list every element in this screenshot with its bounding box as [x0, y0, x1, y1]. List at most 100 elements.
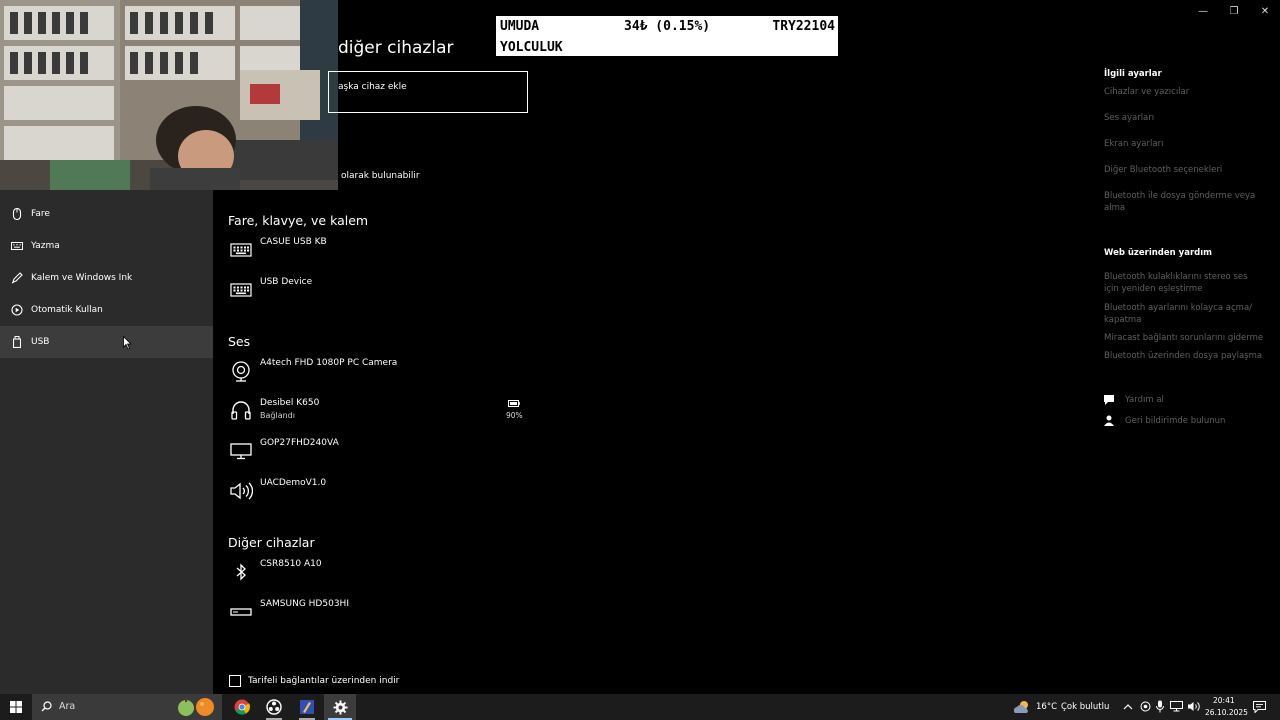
search-icon	[41, 701, 52, 712]
ticker-name-line2: YOLCULUK	[500, 40, 563, 55]
device-name: Desibel K650	[260, 398, 320, 408]
stock-ticker: UMUDA YOLCULUK 34₺ (0.15%) TRY22104	[496, 16, 838, 56]
related-settings-title: İlgili ayarlar	[1104, 69, 1162, 79]
section-title-input: Fare, klavye, ve kalem	[228, 213, 369, 228]
sidebar-item-autoplay[interactable]: Otomatik Kullan	[0, 294, 213, 326]
device-name: GOP27FHD240VA	[260, 438, 339, 448]
sidebar-item-label: Fare	[31, 209, 50, 219]
device-item[interactable]: USB Device	[228, 277, 528, 313]
microphone-icon[interactable]	[1156, 700, 1164, 713]
device-name: A4tech FHD 1080P PC Camera	[260, 358, 398, 368]
webcam-tray-icon[interactable]	[1140, 701, 1151, 712]
chrome-icon	[234, 699, 250, 715]
device-item[interactable]: GOP27FHD240VA	[228, 438, 528, 474]
device-name: CSR8510 A10	[260, 559, 322, 569]
device-item[interactable]: CSR8510 A10	[228, 559, 528, 595]
search-highlight-icon	[178, 698, 214, 716]
weather-desc: Çok bulutlu	[1061, 702, 1110, 712]
clock-time[interactable]: 20:41	[1213, 696, 1235, 705]
monitor-icon	[228, 438, 254, 464]
device-name: USB Device	[260, 277, 313, 287]
web-help-link[interactable]: Miracast bağlantı sorunlarını giderme	[1104, 332, 1264, 344]
related-link-bluetooth-file-transfer[interactable]: Bluetooth ile dosya gönderme veya alma	[1104, 190, 1264, 214]
notifications-icon[interactable]	[1253, 701, 1266, 713]
settings-sidebar: Fare Yazma Kalem ve Windows Ink Otomatik…	[0, 190, 213, 694]
get-help-label: Yardım al	[1125, 395, 1164, 405]
search-placeholder: Ara	[59, 701, 76, 712]
ticker-name-line1: UMUDA	[500, 19, 540, 34]
webcam-overlay	[0, 0, 338, 190]
start-button[interactable]	[0, 694, 32, 720]
taskbar-search-box[interactable]: Ara	[32, 694, 222, 720]
keyboard-icon	[228, 277, 254, 303]
feedback-label: Geri bildirimde bulunun	[1125, 416, 1226, 426]
keyboard-icon	[10, 242, 24, 250]
autoplay-icon	[10, 304, 24, 316]
chat-icon	[1104, 395, 1114, 405]
web-help-link[interactable]: Bluetooth üzerinden dosya paylaşma	[1104, 350, 1264, 362]
taskbar: Ara 16°C Çok bulutlu 20:41 26.10.2025	[0, 694, 1280, 720]
device-name: UACDemoV1.0	[260, 478, 327, 488]
page-title: diğer cihazlar	[338, 38, 454, 58]
feedback-icon	[1104, 415, 1114, 426]
add-device-label: aşka cihaz ekle	[338, 82, 407, 92]
device-item[interactable]: SAMSUNG HD503HI	[228, 599, 528, 635]
sidebar-item-label: Yazma	[31, 241, 60, 251]
web-help-link[interactable]: Bluetooth kulaklıklarını stereo ses için…	[1104, 271, 1264, 295]
minimize-button[interactable]: —	[1188, 0, 1218, 22]
ticker-value: TRY22104	[772, 19, 835, 34]
gear-icon	[332, 699, 348, 715]
metered-download-label: Tarifeli bağlantılar üzerinden indir	[248, 676, 400, 686]
close-button[interactable]: ✕	[1250, 0, 1280, 22]
obs-icon	[266, 699, 282, 715]
sidebar-item-usb[interactable]: USB	[0, 326, 213, 358]
battery-icon	[508, 400, 520, 407]
section-title-audio: Ses	[228, 334, 251, 349]
webcam-feed-image	[0, 0, 338, 190]
related-link-bluetooth-options[interactable]: Diğer Bluetooth seçenekleri	[1104, 164, 1264, 176]
battery-level: 90%	[506, 411, 523, 420]
device-item[interactable]: A4tech FHD 1080P PC Camera	[228, 358, 528, 394]
drive-icon	[228, 599, 254, 625]
device-name: SAMSUNG HD503HI	[260, 599, 349, 609]
discoverable-text: olarak bulunabilir	[341, 171, 420, 181]
ticker-change: 34₺ (0.15%)	[624, 19, 711, 34]
editor-app-icon	[300, 700, 314, 714]
device-item[interactable]: CASUE USB KB	[228, 237, 528, 273]
sidebar-item-label: Kalem ve Windows Ink	[31, 273, 133, 283]
device-item[interactable]: Desibel K650 Bağlandı 90%	[228, 398, 528, 434]
weather-cloudy-icon[interactable]	[1013, 699, 1031, 715]
volume-icon[interactable]	[1187, 700, 1200, 713]
weather-temp: 16°C	[1036, 702, 1058, 712]
network-icon[interactable]	[1170, 701, 1183, 712]
device-item[interactable]: UACDemoV1.0	[228, 478, 528, 514]
sidebar-item-typing[interactable]: Yazma	[0, 230, 213, 262]
related-link-display[interactable]: Ekran ayarları	[1104, 138, 1264, 150]
pen-icon	[10, 272, 24, 284]
related-link-devices-printers[interactable]: Cihazlar ve yazıcılar	[1104, 86, 1264, 98]
device-name: CASUE USB KB	[260, 237, 327, 247]
taskbar-app-settings[interactable]	[324, 694, 356, 720]
maximize-button[interactable]: ❐	[1219, 0, 1249, 22]
sidebar-item-label: Otomatik Kullan	[31, 305, 103, 315]
taskbar-app-editor[interactable]	[291, 694, 323, 720]
taskbar-app-chrome[interactable]	[226, 694, 258, 720]
device-status: Bağlandı	[260, 411, 295, 420]
keyboard-icon	[228, 237, 254, 263]
windows-logo-icon	[10, 701, 22, 713]
web-help-link[interactable]: Bluetooth ayarlarını kolayca açma/ kapat…	[1104, 302, 1264, 326]
clock-date[interactable]: 26.10.2025	[1205, 708, 1248, 717]
chevron-up-icon[interactable]	[1123, 703, 1133, 710]
section-title-other: Diğer cihazlar	[228, 535, 315, 550]
metered-download-checkbox[interactable]	[229, 675, 241, 687]
speaker-icon	[228, 478, 254, 504]
sidebar-item-label: USB	[31, 337, 50, 347]
taskbar-app-obs[interactable]	[258, 694, 290, 720]
headset-icon	[228, 398, 254, 424]
bluetooth-icon	[228, 559, 254, 585]
add-device-button[interactable]: aşka cihaz ekle	[328, 71, 528, 113]
sidebar-item-pen-ink[interactable]: Kalem ve Windows Ink	[0, 262, 213, 294]
related-link-sound[interactable]: Ses ayarları	[1104, 112, 1264, 124]
sidebar-item-mouse[interactable]: Fare	[0, 198, 213, 230]
mouse-icon	[10, 208, 24, 220]
